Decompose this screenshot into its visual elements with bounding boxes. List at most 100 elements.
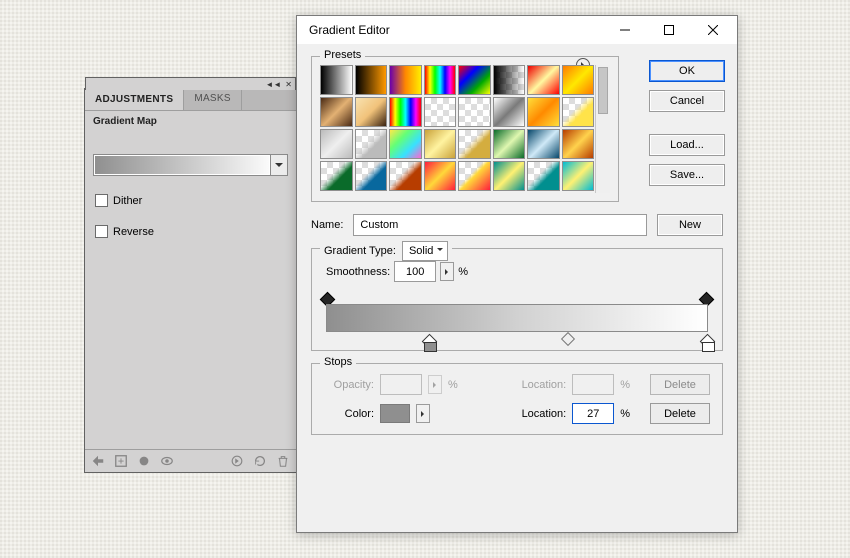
preset-swatch[interactable] [493, 129, 526, 159]
window-minimize-button[interactable] [603, 16, 647, 44]
gradient-editor-side-buttons: OK Cancel Load... Save... [649, 60, 725, 186]
footer-back-icon[interactable] [91, 454, 105, 468]
new-button[interactable]: New [657, 214, 723, 236]
gradient-type-select[interactable]: Solid [402, 241, 448, 261]
opacity-delete-button: Delete [650, 374, 710, 395]
preset-swatch[interactable] [389, 65, 422, 95]
preset-swatch[interactable] [493, 97, 526, 127]
dither-checkbox[interactable] [95, 194, 108, 207]
color-stop-2[interactable] [702, 336, 713, 350]
color-location-label: Location: [516, 408, 566, 420]
tab-masks[interactable]: MASKS [184, 89, 242, 110]
preset-swatch[interactable] [424, 161, 457, 191]
preset-swatch[interactable] [493, 65, 526, 95]
gradient-bar-fill [326, 304, 708, 332]
preset-swatch[interactable] [527, 129, 560, 159]
color-menu-button[interactable] [416, 404, 430, 423]
preset-swatch[interactable] [527, 97, 560, 127]
preset-swatch[interactable] [389, 97, 422, 127]
preset-swatch[interactable] [424, 129, 457, 159]
preset-swatch[interactable] [389, 161, 422, 191]
stops-fieldset: Stops Opacity: % Location: % Delete Colo… [311, 363, 723, 435]
preset-swatch[interactable] [355, 97, 388, 127]
preset-swatch[interactable] [458, 129, 491, 159]
footer-prev-icon[interactable] [230, 454, 244, 468]
color-delete-button[interactable]: Delete [650, 403, 710, 424]
gradient-type-label: Gradient Type: [324, 245, 396, 257]
midpoint-marker[interactable] [561, 332, 575, 346]
gradient-map-dropdown[interactable] [271, 154, 288, 176]
preset-swatch[interactable] [562, 97, 595, 127]
preset-swatch[interactable] [355, 161, 388, 191]
adjustments-tabs: ADJUSTMENTS MASKS [85, 89, 296, 111]
presets-scrollbar[interactable] [595, 65, 610, 193]
preset-swatch[interactable] [389, 129, 422, 159]
gradient-map-strip[interactable] [93, 154, 288, 176]
dither-label: Dither [113, 195, 142, 207]
smoothness-unit: % [458, 266, 468, 278]
gradient-editor-title: Gradient Editor [309, 23, 390, 37]
footer-reset-icon[interactable] [253, 454, 267, 468]
color-swatch[interactable] [380, 404, 410, 423]
presets-legend: Presets [320, 49, 365, 61]
save-button[interactable]: Save... [649, 164, 725, 186]
window-maximize-button[interactable] [647, 16, 691, 44]
smoothness-stepper[interactable] [440, 262, 454, 281]
panel-menu-icon: ◄◄ [265, 80, 281, 89]
gradient-editor-titlebar[interactable]: Gradient Editor [297, 16, 737, 44]
adjustments-panel-collapse-bar[interactable]: ◄◄ ✕ [85, 77, 296, 90]
preset-swatch[interactable] [458, 97, 491, 127]
preset-swatch[interactable] [562, 65, 595, 95]
gradient-map-preview [93, 154, 271, 176]
footer-clip-icon[interactable] [137, 454, 151, 468]
preset-swatch[interactable] [527, 65, 560, 95]
preset-swatch[interactable] [562, 161, 595, 191]
color-label: Color: [324, 408, 374, 420]
color-location-unit: % [620, 408, 630, 420]
reverse-checkbox[interactable] [95, 225, 108, 238]
preset-swatch[interactable] [320, 65, 353, 95]
preset-swatch[interactable] [458, 65, 491, 95]
preset-swatch[interactable] [527, 161, 560, 191]
stops-legend: Stops [320, 356, 356, 368]
footer-expand-icon[interactable] [114, 454, 128, 468]
preset-swatch[interactable] [355, 129, 388, 159]
preset-swatch[interactable] [493, 161, 526, 191]
color-location-input[interactable] [572, 403, 614, 424]
presets-grid[interactable] [320, 65, 594, 193]
opacity-location-input [572, 374, 614, 395]
ok-button[interactable]: OK [649, 60, 725, 82]
tab-adjustments[interactable]: ADJUSTMENTS [85, 89, 184, 110]
opacity-input [380, 374, 422, 395]
gradient-type-fieldset: Gradient Type: Solid Smoothness: % [311, 248, 723, 351]
preset-swatch[interactable] [320, 129, 353, 159]
preset-swatch[interactable] [320, 161, 353, 191]
gradient-bar[interactable] [326, 296, 708, 338]
preset-swatch[interactable] [458, 161, 491, 191]
preset-swatch[interactable] [424, 97, 457, 127]
smoothness-input[interactable] [394, 261, 436, 282]
adjustments-footer [85, 449, 296, 472]
cancel-button[interactable]: Cancel [649, 90, 725, 112]
adjustment-subtitle: Gradient Map [85, 111, 296, 132]
opacity-label: Opacity: [324, 379, 374, 391]
color-stop-1[interactable] [424, 336, 435, 350]
preset-swatch[interactable] [424, 65, 457, 95]
smoothness-label: Smoothness: [326, 266, 390, 278]
name-label: Name: [311, 219, 343, 231]
window-close-button[interactable] [691, 16, 735, 44]
preset-swatch[interactable] [320, 97, 353, 127]
panel-close-icon: ✕ [285, 80, 292, 89]
name-input[interactable] [353, 214, 647, 236]
opacity-location-label: Location: [516, 379, 566, 391]
load-button[interactable]: Load... [649, 134, 725, 156]
footer-trash-icon[interactable] [276, 454, 290, 468]
presets-fieldset: Presets [311, 56, 619, 202]
preset-swatch[interactable] [355, 65, 388, 95]
adjustments-panel: ◄◄ ✕ ADJUSTMENTS MASKS Gradient Map Dith… [84, 88, 297, 473]
preset-swatch[interactable] [562, 129, 595, 159]
presets-scrollbar-thumb[interactable] [598, 67, 608, 114]
opacity-stepper [428, 375, 442, 394]
footer-visibility-icon[interactable] [160, 454, 174, 468]
opacity-location-unit: % [620, 379, 630, 391]
